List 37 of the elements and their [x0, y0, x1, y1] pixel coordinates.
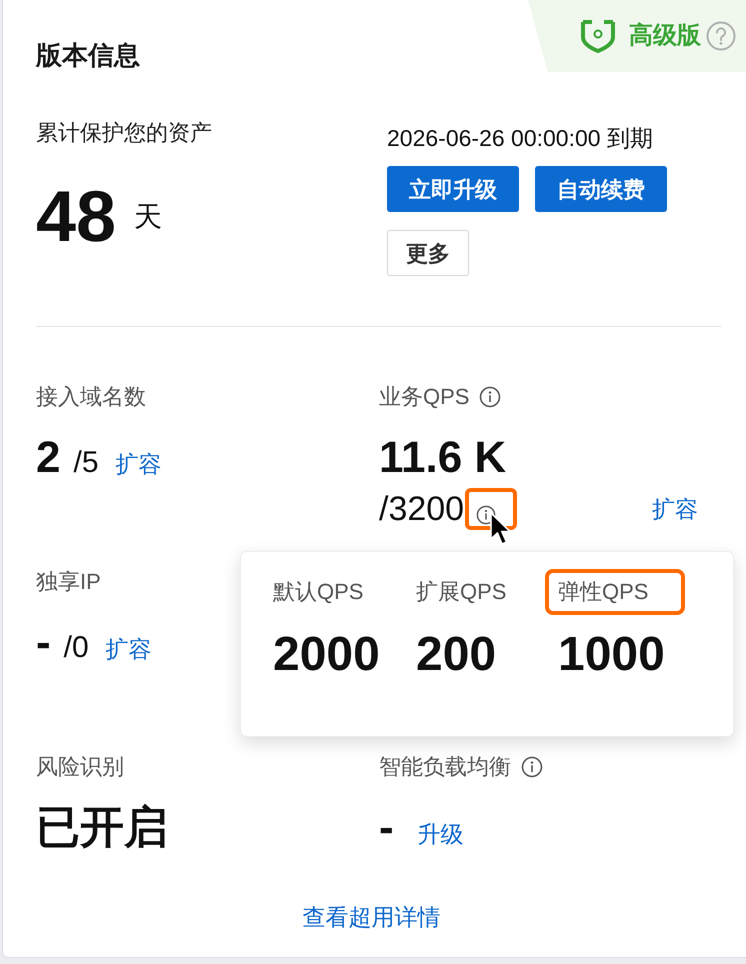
info-icon[interactable]: [521, 756, 543, 778]
metric-label: 风险识别: [36, 753, 124, 781]
protection-label: 累计保护您的资产: [36, 119, 213, 147]
qps-label: 默认QPS: [273, 579, 364, 605]
metric-limit: /5: [73, 445, 99, 481]
metric-label: 独享IP: [36, 568, 101, 596]
info-icon[interactable]: [479, 386, 502, 408]
info-icon[interactable]: [476, 505, 496, 525]
metric-value: 11.6 K: [379, 436, 506, 480]
metric-link[interactable]: 扩容: [116, 449, 162, 479]
metric-value: 2: [36, 436, 60, 480]
metric-link[interactable]: 扩容: [652, 494, 698, 524]
metric-label: 接入域名数: [36, 383, 146, 411]
metric-label: 智能负载均衡: [379, 753, 511, 781]
card-title: 版本信息: [36, 39, 140, 71]
qps-value: 2000: [272, 631, 381, 679]
metric-label: 业务QPS: [379, 383, 470, 411]
metric-link[interactable]: 升级: [418, 819, 464, 849]
qps-label: 弹性QPS: [558, 579, 650, 605]
edition-label: 高级版: [629, 21, 701, 51]
primary-button[interactable]: 自动续费: [535, 166, 667, 212]
secondary-button[interactable]: 更多: [387, 230, 469, 276]
metric-value: -: [36, 621, 51, 665]
qps-value: 1000: [557, 631, 666, 679]
qps-label: 扩展QPS: [416, 579, 508, 605]
days-unit: 天: [134, 201, 162, 233]
usage-details-link[interactable]: 查看超用详情: [302, 902, 440, 932]
protected-days-value: 48: [36, 181, 116, 253]
metric-value: -: [379, 806, 394, 850]
shield-icon: [580, 19, 616, 53]
qps-value: 200: [415, 631, 498, 679]
expiry-date: 2026-06-26 00:00:00 到期: [387, 124, 654, 152]
metric-limit: /3200: [379, 489, 464, 529]
primary-button[interactable]: 立即升级: [387, 166, 519, 212]
metric-link[interactable]: 扩容: [106, 634, 152, 664]
metric-limit: /0: [64, 630, 89, 666]
metric-value: 已开启: [36, 806, 168, 850]
